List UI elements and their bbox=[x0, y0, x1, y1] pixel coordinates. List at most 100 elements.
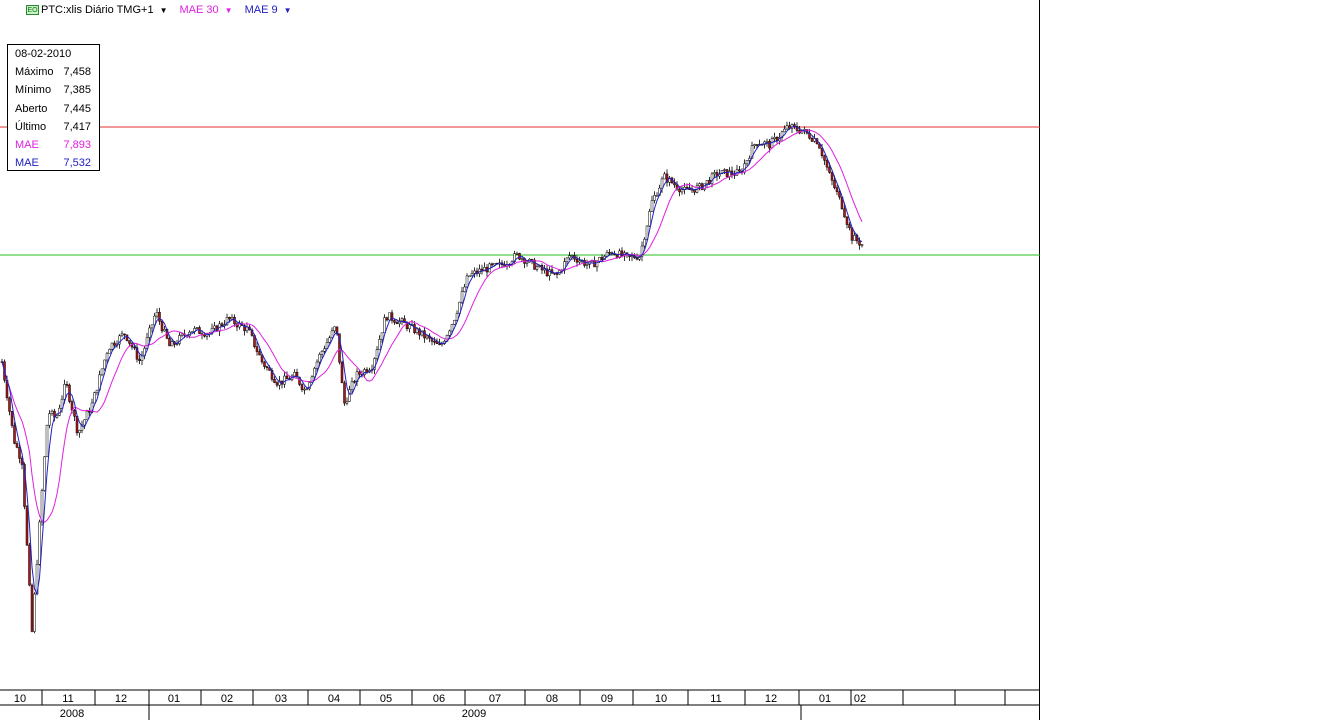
chevron-down-icon[interactable]: ▼ bbox=[160, 6, 168, 15]
month-tick-label: 08 bbox=[546, 693, 558, 705]
candle-body bbox=[128, 340, 131, 344]
candle-body bbox=[365, 369, 369, 373]
candle-body bbox=[723, 169, 726, 171]
candle-body bbox=[320, 351, 324, 355]
candle-body bbox=[423, 330, 426, 339]
symbol-selector[interactable]: EO PTC:xlis Diário TMG+1 ▼ bbox=[26, 4, 168, 16]
candle-body bbox=[438, 343, 441, 345]
month-tick-label: 10 bbox=[14, 693, 26, 705]
info-row: MAE 7,532 bbox=[8, 154, 99, 172]
candle-body bbox=[843, 208, 846, 218]
info-row: Mínimo 7,385 bbox=[8, 81, 99, 99]
candle-body bbox=[858, 240, 861, 246]
candle-body bbox=[345, 401, 349, 404]
candle-body bbox=[120, 333, 124, 337]
indicator-mae30-label: MAE 30 bbox=[179, 4, 219, 16]
candle-body bbox=[45, 424, 49, 458]
indicator-mae30-selector[interactable]: MAE 30 ▼ bbox=[180, 4, 233, 16]
candle-body bbox=[678, 188, 681, 193]
candle-body bbox=[830, 172, 834, 181]
info-label: MAE bbox=[15, 157, 39, 169]
candle-body bbox=[565, 257, 569, 262]
candle-body bbox=[258, 351, 261, 356]
candle-body bbox=[685, 186, 689, 189]
candle-body bbox=[113, 342, 116, 346]
candle-body bbox=[108, 349, 111, 354]
candle-body bbox=[190, 331, 194, 333]
candle-body bbox=[228, 317, 231, 320]
candle-body bbox=[30, 584, 34, 632]
candle-body bbox=[655, 195, 659, 197]
chart-toolbar: EO PTC:xlis Diário TMG+1 ▼ MAE 30 ▼ MAE … bbox=[26, 3, 304, 17]
candle-body bbox=[150, 324, 154, 329]
month-tick-label: 11 bbox=[62, 693, 73, 705]
candle-body bbox=[460, 291, 464, 303]
candle-body bbox=[105, 353, 109, 361]
candle-body bbox=[468, 275, 471, 278]
candle-body bbox=[820, 148, 824, 156]
candle-body bbox=[575, 258, 579, 263]
candle-body bbox=[358, 371, 361, 375]
candle-body bbox=[648, 211, 651, 227]
candle-body bbox=[773, 137, 776, 139]
candle-body bbox=[643, 238, 646, 247]
indicator-mae9-selector[interactable]: MAE 9 ▼ bbox=[245, 4, 292, 16]
candle-body bbox=[673, 182, 676, 186]
month-tick-label: 04 bbox=[328, 693, 340, 705]
candle-body bbox=[10, 411, 14, 426]
info-value: 7,417 bbox=[63, 121, 91, 133]
month-tick-label: 10 bbox=[655, 693, 667, 705]
candle-body bbox=[833, 179, 836, 188]
candle-body bbox=[50, 410, 54, 414]
candle-body bbox=[698, 183, 701, 187]
candle-body bbox=[148, 327, 151, 338]
candle-body bbox=[380, 332, 384, 340]
candle-body bbox=[25, 506, 29, 546]
candle-body bbox=[600, 257, 604, 260]
candle-body bbox=[155, 312, 159, 317]
chevron-down-icon[interactable]: ▼ bbox=[225, 6, 233, 15]
candle-body bbox=[378, 339, 381, 350]
chevron-down-icon[interactable]: ▼ bbox=[284, 6, 292, 15]
month-tick-label: 01 bbox=[168, 693, 180, 705]
info-label: Máximo bbox=[15, 66, 54, 78]
month-tick-label: 02 bbox=[221, 693, 233, 705]
candle-body bbox=[323, 348, 326, 352]
year-tick-label: 2009 bbox=[462, 708, 486, 720]
info-date-row: 08-02-2010 bbox=[8, 45, 99, 63]
candle-body bbox=[848, 224, 851, 229]
candle-body bbox=[283, 375, 286, 385]
candle-body bbox=[570, 255, 574, 257]
price-chart[interactable]: 10 11 12 01 02 03 04 05 06 07 08 09 10 11 12 01 02 2008 20… bbox=[0, 0, 1040, 720]
candle-body bbox=[705, 179, 709, 185]
month-tick-label: 05 bbox=[380, 693, 392, 705]
candle-body bbox=[85, 410, 89, 421]
candle-body bbox=[835, 187, 839, 192]
candle-body bbox=[415, 328, 419, 333]
candle-body bbox=[285, 375, 289, 379]
info-label: Último bbox=[15, 121, 47, 133]
candle-body bbox=[125, 334, 129, 341]
candle-body bbox=[43, 456, 46, 491]
candle-body bbox=[765, 141, 769, 143]
candle-body bbox=[383, 317, 386, 334]
month-tick-label: 12 bbox=[115, 693, 127, 705]
candle-body bbox=[300, 384, 304, 390]
info-label: Aberto bbox=[15, 103, 48, 115]
candle-body bbox=[470, 273, 474, 277]
candle-body bbox=[168, 338, 171, 347]
candle-body bbox=[828, 166, 831, 173]
candle-body bbox=[408, 324, 411, 329]
candle-body bbox=[785, 125, 789, 130]
info-row: Aberto 7,445 bbox=[8, 100, 99, 118]
candle-body bbox=[353, 381, 356, 383]
candle-body bbox=[40, 490, 44, 523]
month-tick-label: 12 bbox=[765, 693, 777, 705]
candle-body bbox=[195, 327, 199, 329]
candle-body bbox=[83, 419, 86, 426]
candle-body bbox=[15, 443, 19, 448]
candle-body bbox=[463, 286, 466, 292]
candle-body bbox=[8, 397, 11, 412]
candle-body bbox=[100, 368, 104, 376]
candle-body bbox=[525, 261, 529, 264]
